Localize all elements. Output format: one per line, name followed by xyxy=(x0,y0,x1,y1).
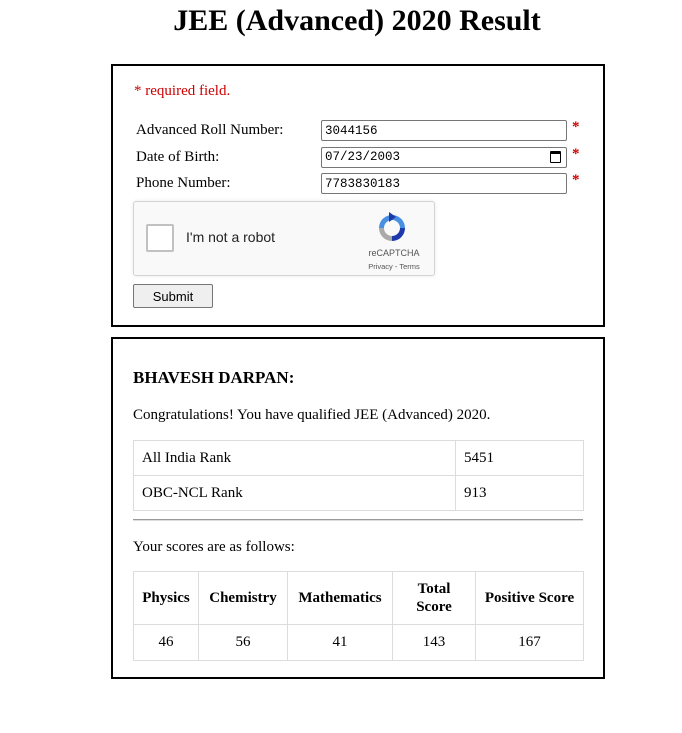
roll-number-row: Advanced Roll Number: * xyxy=(136,119,586,142)
roll-number-input[interactable] xyxy=(321,120,567,141)
header-physics: Physics xyxy=(133,571,199,625)
recaptcha-brand: reCAPTCHA xyxy=(368,248,420,258)
score-positive: 167 xyxy=(475,624,584,661)
header-total-score: Total Score xyxy=(392,571,476,625)
recaptcha-checkbox[interactable] xyxy=(146,224,174,252)
recaptcha-logo-icon xyxy=(379,212,405,241)
dob-row: Date of Birth: 07/23/2003 * xyxy=(136,146,586,169)
phone-row: Phone Number: * xyxy=(136,172,586,195)
score-table: Physics Chemistry Mathematics Total Scor… xyxy=(133,571,584,661)
score-total: 143 xyxy=(392,624,476,661)
table-row: OBC-NCL Rank 913 xyxy=(133,475,584,511)
score-mathematics: 41 xyxy=(287,624,393,661)
calendar-icon[interactable] xyxy=(550,151,561,163)
header-mathematics: Mathematics xyxy=(287,571,393,625)
rank-label: All India Rank xyxy=(133,440,456,476)
required-marker: * xyxy=(572,146,580,162)
score-header-row: Physics Chemistry Mathematics Total Scor… xyxy=(133,571,584,625)
required-field-note: * required field. xyxy=(134,83,231,99)
header-chemistry: Chemistry xyxy=(198,571,288,625)
scores-intro: Your scores are as follows: xyxy=(133,539,295,555)
score-chemistry: 56 xyxy=(198,624,288,661)
required-marker: * xyxy=(572,172,580,188)
divider xyxy=(133,519,583,521)
congratulations-message: Congratulations! You have qualified JEE … xyxy=(133,407,491,423)
terms-link[interactable]: Terms xyxy=(399,262,419,271)
phone-input[interactable] xyxy=(321,173,567,194)
submit-button[interactable]: Submit xyxy=(133,284,213,308)
page-title: JEE (Advanced) 2020 Result xyxy=(173,4,541,37)
recaptcha-label: I'm not a robot xyxy=(186,229,276,245)
header-positive-score: Positive Score xyxy=(475,571,584,625)
rank-table: All India Rank 5451 OBC-NCL Rank 913 xyxy=(133,440,584,511)
recaptcha-widget: I'm not a robot reCAPTCHA Privacy - Term… xyxy=(133,201,435,276)
recaptcha-links: Privacy - Terms xyxy=(360,262,428,271)
roll-number-label: Advanced Roll Number: xyxy=(136,122,284,138)
rank-label: OBC-NCL Rank xyxy=(133,475,456,511)
rank-value: 5451 xyxy=(455,440,584,476)
login-form-panel: * required field. Advanced Roll Number: … xyxy=(111,64,605,327)
phone-label: Phone Number: xyxy=(136,175,231,191)
dob-label: Date of Birth: xyxy=(136,149,220,165)
score-value-row: 46 56 41 143 167 xyxy=(133,624,584,661)
score-physics: 46 xyxy=(133,624,199,661)
required-marker: * xyxy=(572,119,580,135)
privacy-link[interactable]: Privacy xyxy=(368,262,393,271)
dob-input[interactable]: 07/23/2003 xyxy=(321,147,567,168)
candidate-name: BHAVESH DARPAN: xyxy=(133,368,295,387)
rank-value: 913 xyxy=(455,475,584,511)
table-row: All India Rank 5451 xyxy=(133,440,584,476)
dob-value: 07/23/2003 xyxy=(325,150,401,164)
result-panel: BHAVESH DARPAN: Congratulations! You hav… xyxy=(111,337,605,679)
